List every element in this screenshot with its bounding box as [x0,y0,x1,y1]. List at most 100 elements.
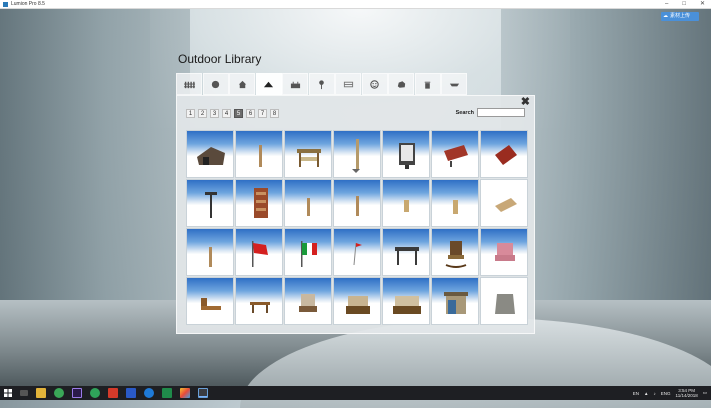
tab-fence[interactable] [176,73,202,95]
tab-trash[interactable] [414,73,441,95]
notification-icon[interactable]: ▭ [703,390,707,396]
model-thumbnail[interactable] [284,277,332,325]
model-thumbnail[interactable] [382,130,430,178]
model-thumbnail[interactable] [480,277,528,325]
model-thumbnail[interactable] [382,228,430,276]
model-thumbnail[interactable] [235,228,283,276]
search-input[interactable] [477,108,525,117]
tab-terrain[interactable] [255,73,282,95]
tab-rock[interactable] [388,73,414,95]
maximize-icon[interactable]: □ [682,0,686,8]
page-3[interactable]: 3 [210,109,219,118]
tab-playground[interactable] [361,73,388,95]
bench-icon [343,81,353,87]
model-thumbnail[interactable] [186,130,234,178]
model-thumbnail[interactable] [333,179,381,227]
model-thumbnail[interactable] [186,228,234,276]
tab-house[interactable] [229,73,255,95]
minimize-icon[interactable]: – [665,0,668,8]
model-thumbnail[interactable] [431,277,479,325]
app-red-icon[interactable] [108,388,118,398]
tab-bench[interactable] [335,73,361,95]
page-6[interactable]: 6 [246,109,255,118]
side-table-icon [250,302,270,313]
edge-icon[interactable] [144,388,154,398]
tab-building[interactable] [282,73,308,95]
upload-button[interactable]: ☁ 素材上传 [661,12,699,21]
page-7[interactable]: 7 [258,109,267,118]
model-thumbnail[interactable] [480,228,528,276]
clock[interactable]: 3:54 PM 11/14/2018 [676,388,698,398]
clock-date: 11/14/2018 [675,393,698,398]
rock-icon [397,80,405,88]
close-window-icon[interactable]: ✕ [700,0,705,8]
photos-icon[interactable] [180,388,190,398]
window-controls: – □ ✕ [665,0,705,8]
file-explorer-icon[interactable] [36,388,46,398]
model-thumbnail[interactable] [382,179,430,227]
page-4[interactable]: 4 [222,109,231,118]
signboard-icon [399,143,415,169]
wooden-post-icon [307,198,310,216]
model-thumbnail[interactable] [382,277,430,325]
model-thumbnail[interactable] [284,228,332,276]
windows-start-icon[interactable] [0,386,16,400]
model-thumbnail[interactable] [480,179,528,227]
plank-icon [495,198,517,212]
model-thumbnail[interactable] [235,179,283,227]
tab-lamp[interactable] [308,73,335,95]
red-flag-icon [252,241,268,267]
taskbar: EN ▲ ♪ ENG 3:54 PM 11/14/2018 ▭ [0,386,711,400]
close-icon[interactable]: ✖ [521,95,530,108]
app-green-icon[interactable] [90,388,100,398]
app-blue-icon[interactable] [126,388,136,398]
task-view-icon[interactable] [20,390,28,396]
model-thumbnail[interactable] [235,130,283,178]
model-thumbnail[interactable] [431,179,479,227]
premiere-icon[interactable] [72,388,82,398]
model-thumbnail[interactable] [333,277,381,325]
table-icon [395,247,419,265]
input-indicator[interactable]: EN [633,391,639,396]
market-stall-icon [297,149,321,167]
sphere-icon [211,80,220,88]
armchair-icon [299,294,317,312]
short-post-icon [404,200,409,212]
street-lamp-icon [319,79,324,89]
network-icon[interactable]: ▲ [644,391,648,396]
excel-icon[interactable] [162,388,172,398]
fence-icon [183,81,195,88]
language-indicator[interactable]: ENG [661,391,671,396]
page-1[interactable]: 1 [186,109,195,118]
volume-icon[interactable]: ♪ [654,391,656,396]
tab-boat[interactable] [441,73,467,95]
model-thumbnail[interactable] [480,130,528,178]
page-5[interactable]: 5 [234,109,243,118]
model-thumbnail[interactable] [284,179,332,227]
tab-sphere[interactable] [202,73,229,95]
model-thumbnail[interactable] [333,228,381,276]
boat-icon [449,83,459,86]
trash-bin-icon [424,81,431,89]
tall-post-icon [352,139,360,173]
model-thumbnail[interactable] [235,277,283,325]
model-thumbnail[interactable] [284,130,332,178]
system-tray: EN ▲ ♪ ENG 3:54 PM 11/14/2018 ▭ [633,386,707,400]
model-thumbnail[interactable] [431,228,479,276]
post-icon [259,145,262,167]
chrome-icon[interactable] [54,388,64,398]
model-thumbnail[interactable] [333,130,381,178]
model-thumbnail[interactable] [186,277,234,325]
library-title: Outdoor Library [178,52,262,66]
page-2[interactable]: 2 [198,109,207,118]
library-panel: ✖ 1 2 3 4 5 6 7 8 Search [176,95,535,334]
lumion-icon[interactable] [198,388,208,398]
model-thumbnail[interactable] [431,130,479,178]
page-8[interactable]: 8 [270,109,279,118]
kiosk-icon [444,292,468,314]
model-thumbnail[interactable] [186,179,234,227]
window-title: Lumion Pro 8.5 [11,1,45,7]
building-icon [290,81,300,88]
rocking-chair-icon [445,241,467,268]
ornate-armchair-icon [346,296,370,314]
